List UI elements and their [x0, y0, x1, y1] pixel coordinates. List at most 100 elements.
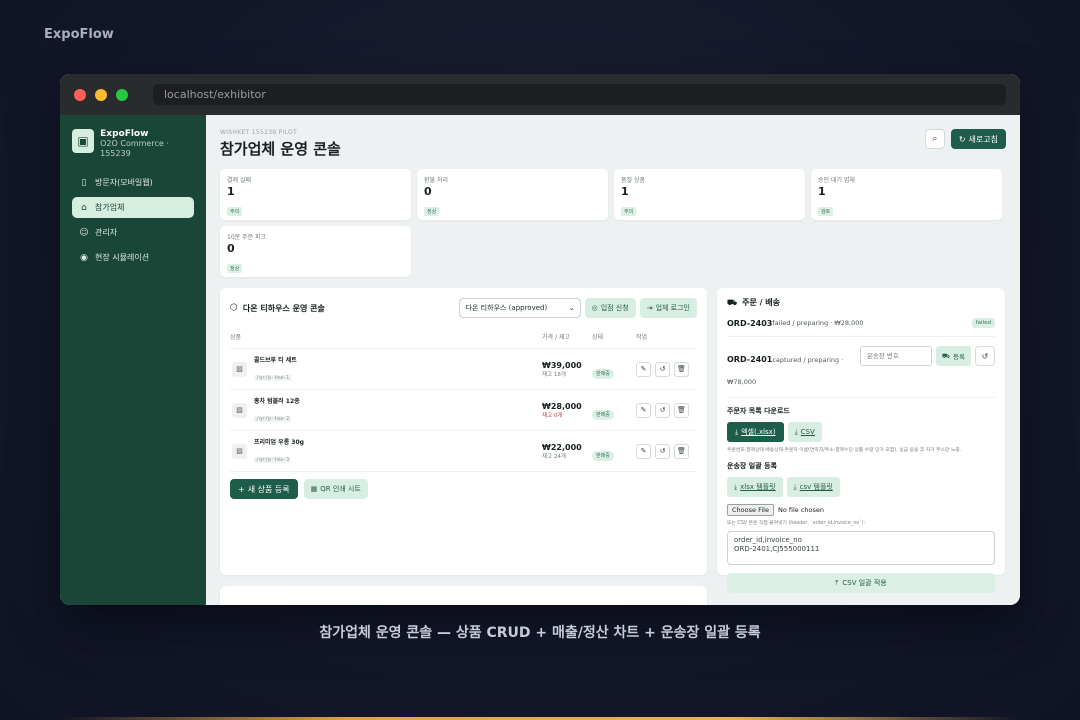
pencil-icon: ✎: [640, 447, 647, 455]
sidebar: ▣ ExpoFlow O2O Commerce · 155239 ▯ 방문자(모…: [60, 115, 206, 605]
kpi-badge: 정상: [227, 264, 243, 273]
sidebar-item-visitor[interactable]: ▯ 방문자(모바일웹): [72, 172, 194, 193]
search-icon: ⌕: [932, 134, 938, 144]
truck-icon: ⛟: [727, 297, 738, 307]
product-price: ₩28,000: [542, 401, 582, 411]
exhibitor-login-label: 업체 로그인: [655, 304, 690, 312]
download-icon: ⤓: [794, 427, 798, 436]
kpi-label: 환불 처리: [424, 177, 448, 184]
sidebar-item-exhibitor[interactable]: ⌂ 참가업체: [72, 197, 194, 219]
sidebar-subtitle: O2O Commerce · 155239: [100, 139, 169, 158]
invoice-input[interactable]: 운송장 번호: [859, 346, 932, 366]
sidebar-item-label: 관리자: [95, 228, 118, 238]
exhibitor-login-button[interactable]: ⇥ 업체 로그인: [639, 298, 697, 318]
kpi-card-payment-failed: 결제 실패 1 주의: [220, 169, 411, 220]
products-panel-header: ⬡ 다온 티하우스 운영 콘솔 다온 티하우스 (approved) ⌄ ◎ 입…: [230, 298, 697, 318]
kpi-badge: 주의: [621, 207, 637, 216]
product-stock: 재고 24개: [542, 453, 566, 460]
xlsx-template-label: xlsx 템플릿: [740, 483, 776, 492]
xlsx-template-button[interactable]: ⤓ xlsx 템플릿: [727, 477, 783, 498]
sidebar-item-admin[interactable]: ☺ 관리자: [72, 222, 194, 243]
edit-button[interactable]: ✎: [636, 402, 651, 418]
login-icon: ⇥: [646, 304, 653, 312]
page-title: 참가업체 운영 콘솔: [220, 140, 341, 158]
delete-button[interactable]: 🗑: [674, 402, 689, 418]
kpi-label: 10분 주문 피크: [227, 234, 267, 241]
product-name: 홍차 텀블러 12종: [254, 398, 300, 405]
users-icon: ☺: [79, 227, 89, 238]
new-product-button[interactable]: + 새 상품 등록: [230, 479, 298, 499]
status-badge: 판매중: [592, 368, 614, 379]
download-buttons: ⤓ 엑셀(.xlsx) ⤓ CSV: [727, 422, 995, 443]
products-panel: ⬡ 다온 티하우스 운영 콘솔 다온 티하우스 (approved) ⌄ ◎ 입…: [220, 288, 707, 575]
excel-download-button[interactable]: ⤓ 엑셀(.xlsx): [727, 422, 784, 443]
close-window-button[interactable]: [74, 88, 86, 101]
reset-button[interactable]: ↺: [655, 443, 670, 459]
qr-print-button[interactable]: ▦ QR 인쇄 시트: [303, 479, 368, 499]
image-icon: ▨: [232, 361, 247, 377]
delete-button[interactable]: 🗑: [674, 443, 689, 459]
edit-button[interactable]: ✎: [636, 443, 651, 459]
order-reset-button[interactable]: ↺: [975, 346, 995, 366]
csv-apply-button[interactable]: ⤒ CSV 일괄 적용: [727, 573, 995, 594]
reset-button[interactable]: ↺: [655, 361, 670, 377]
kpi-card-refund: 환불 처리 0 정상: [417, 169, 608, 220]
plus-icon: +: [238, 484, 245, 494]
sidebar-item-simulation[interactable]: ◉ 현장 시뮬레이션: [72, 247, 194, 268]
column-header: 상태: [592, 328, 636, 349]
choose-file-button[interactable]: Choose File: [727, 504, 774, 517]
new-product-label: 새 상품 등록: [247, 484, 290, 494]
refresh-button[interactable]: ↻ 새로고침: [950, 129, 1006, 149]
csv-template-button[interactable]: ⤓ csv 템플릿: [786, 477, 840, 498]
sidebar-item-label: 현장 시뮬레이션: [95, 253, 150, 263]
order-row: ORD-2403 failed / preparing · ₩28,000 fa…: [727, 318, 995, 328]
maximize-window-button[interactable]: [116, 88, 128, 101]
order-id: ORD-2401: [727, 355, 773, 364]
edit-button[interactable]: ✎: [636, 361, 651, 377]
column-header: 상품: [230, 328, 542, 349]
sidebar-brand: ▣ ExpoFlow O2O Commerce · 155239: [72, 129, 194, 158]
csv-download-button[interactable]: ⤓ CSV: [787, 422, 822, 443]
header-actions: ⌕ ↻ 새로고침: [924, 129, 1006, 149]
reset-button[interactable]: ↺: [655, 402, 670, 418]
rotate-icon: ↺: [659, 447, 666, 455]
search-button[interactable]: ⌕: [924, 129, 945, 149]
excel-download-label: 엑셀(.xlsx): [741, 428, 776, 437]
column-header: 작업: [636, 328, 697, 349]
product-price: ₩22,000: [542, 442, 582, 452]
delete-button[interactable]: 🗑: [674, 361, 689, 377]
paste-note: 또는 CSV 본문 직접 붙여넣기 (header: `order_id,inv…: [727, 521, 866, 527]
store-icon: ⌂: [81, 202, 87, 213]
kpi-label: 승인 대기 업체: [818, 177, 855, 184]
qr-print-label: QR 인쇄 시트: [320, 485, 361, 493]
minimize-window-button[interactable]: [95, 88, 107, 101]
column-header: 가격 / 재고: [542, 328, 592, 349]
chevron-down-icon: ⌄: [568, 304, 575, 312]
truck-icon: ⛟: [941, 351, 951, 360]
kpi-value: 1: [227, 185, 235, 198]
page-caption: 참가업체 운영 콘솔 — 상품 CRUD + 매출/정산 차트 + 운송장 일괄…: [319, 625, 761, 641]
kpi-value: 1: [818, 185, 826, 198]
address-bar[interactable]: localhost/exhibitor: [153, 84, 1006, 105]
template-buttons: ⤓ xlsx 템플릿 ⤓ csv 템플릿: [727, 477, 995, 498]
table-row: ▨ 프리미엄 우롱 30g/qr/p-tea-3 ₩22,000 재고 24개 판매…: [230, 430, 697, 472]
order-row: ORD-2401captured / preparing · ₩78,000 운…: [727, 336, 995, 399]
trash-icon: 🗑: [677, 447, 686, 455]
rotate-icon: ↺: [659, 365, 666, 373]
download-note: 주문번호·결제상태·배송상태·주문자 이름(연락처/주소·결제수단·상품·수량 …: [727, 448, 962, 454]
status-badge: 판매중: [592, 409, 614, 420]
kpi-value: 0: [227, 242, 235, 255]
rotate-icon: ↺: [981, 351, 989, 361]
invoice-register-button[interactable]: ⛟ 등록: [935, 346, 971, 366]
rotate-icon: ↺: [659, 406, 666, 414]
kpi-badge: 검토: [818, 207, 834, 216]
upload-icon: ⤒: [835, 578, 839, 587]
exhibitor-select[interactable]: 다온 티하우스 (approved) ⌄: [458, 298, 581, 318]
apply-entry-button[interactable]: ◎ 입점 신청: [584, 298, 636, 318]
products-table: 상품 가격 / 재고 상태 작업 ▨ 콜드브루 티 세트/qr/p-tea-1 ₩…: [230, 328, 697, 472]
csv-textarea[interactable]: order_id,invoice_no ORD-2401,CJ555000111: [727, 531, 995, 566]
order-id: ORD-2403: [727, 318, 773, 328]
file-status: No file chosen: [777, 506, 824, 515]
main-content: WISHKET 155239 PILOT 참가업체 운영 콘솔 ⌕ ↻ 새로고침…: [206, 115, 1020, 605]
bulk-section-title: 운송장 일괄 등록: [727, 462, 777, 471]
